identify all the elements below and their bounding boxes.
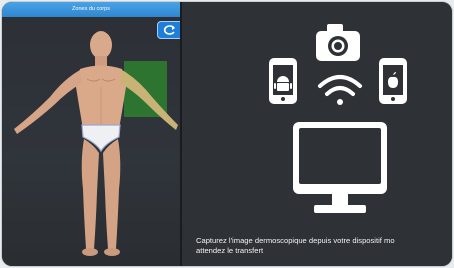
head[interactable] — [90, 31, 112, 59]
apple-phone-icon — [379, 58, 407, 104]
app-window: Zones du corps Capturez l'image dermosco… — [2, 2, 452, 266]
right-arm[interactable] — [14, 70, 82, 134]
body-zones-panel: Zones du corps — [2, 2, 183, 266]
instruction-line-1: Capturez l'image dermoscopique depuis vo… — [196, 236, 395, 245]
panel-title: Zones du corps — [2, 2, 180, 17]
instruction-line-2: attendez le transfert — [196, 246, 264, 255]
body-model[interactable] — [2, 17, 180, 266]
transfer-panel: Capturez l'image dermoscopique depuis vo… — [182, 2, 452, 266]
wifi-icon — [318, 75, 362, 105]
monitor-icon — [293, 122, 387, 213]
rotate-icon — [163, 25, 175, 35]
android-phone-icon — [269, 58, 297, 104]
transfer-illustration — [269, 24, 407, 213]
left-leg[interactable] — [103, 139, 121, 249]
transfer-instruction: Capturez l'image dermoscopique depuis vo… — [196, 236, 452, 256]
camera-icon — [316, 24, 360, 61]
right-leg[interactable] — [81, 139, 99, 249]
